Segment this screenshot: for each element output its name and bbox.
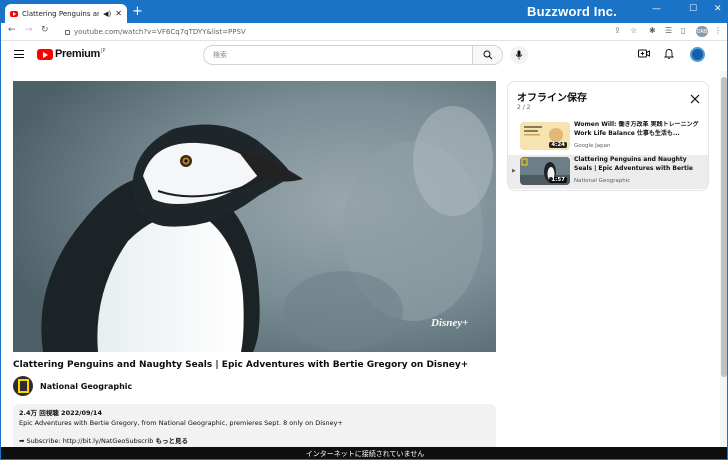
offline-playlist-panel: オフライン保存 2 / 2 4:24 Women Will: 働き方改革 実践ト… [507,81,709,191]
account-avatar[interactable] [690,47,705,62]
maximize-icon[interactable]: ☐ [689,4,697,14]
address-bar[interactable]: youtube.com/watch?v=VF6Cq7qTDYY&list=PPS… [65,25,645,39]
profile-avatar[interactable]: ORB [696,26,708,37]
penguin-video-frame [13,81,496,352]
youtube-header: Premium JP [1,41,727,71]
channel-avatar[interactable] [13,376,33,396]
playlist-item-current[interactable]: ▶ 1:57 Clattering Penguins and Naughty S… [508,155,708,189]
share-icon[interactable]: ⇪ [614,26,621,35]
playlist-thumbnail: 4:24 [520,122,570,150]
video-title: Clattering Penguins and Naughty Seals | … [13,360,469,370]
disney-plus-watermark: Disney+ [431,317,469,329]
subscribe-line: ➡ Subscribe: http://bit.ly/NatGeoSubscri… [19,437,490,447]
lock-icon [65,29,70,35]
playlist-item[interactable]: 4:24 Women Will: 働き方改革 実践トレーニング Work Lif… [508,120,708,154]
offline-status-bar: インターネットに接続されていません [1,447,727,459]
description-line: Epic Adventures with Bertie Gregory, fro… [19,418,343,427]
search-button[interactable] [472,46,502,64]
panel-close-icon[interactable] [690,94,700,104]
forward-icon[interactable]: → [25,25,33,35]
back-icon[interactable]: ← [8,25,16,35]
create-video-icon[interactable] [638,48,650,59]
playlist-item-title: Clattering Penguins and Naughty Seals | … [574,156,693,172]
channel-row: National Geographic [13,376,132,396]
scrollbar-thumb[interactable] [721,77,727,377]
panel-count: 2 / 2 [517,104,531,111]
reload-icon[interactable]: ↻ [41,25,49,35]
youtube-logo-icon [37,48,53,60]
speaker-icon[interactable]: ◀) [103,10,111,18]
playlist-item-channel: Google Japan [574,143,611,149]
browser-menu-icon[interactable]: ⋮ [714,26,722,35]
title-bar: Clattering Penguins and Na ◀) ✕ + Buzzwo… [1,1,727,23]
browser-tab[interactable]: Clattering Penguins and Na ◀) ✕ [5,4,127,23]
search-input[interactable] [204,46,472,64]
playlist-item-title: Women Will: 働き方改革 実践トレーニング Work Life Bal… [574,121,699,137]
brand-watermark: Buzzword Inc. [527,4,617,19]
reading-list-icon[interactable]: ☰ [665,26,672,35]
youtube-favicon-icon [10,10,18,17]
playlist-item-channel: National Geographic [574,178,631,184]
notifications-bell-icon[interactable] [664,48,674,59]
side-panel-icon[interactable]: ▯ [681,26,685,35]
microphone-icon [515,50,523,60]
now-playing-icon: ▶ [512,168,516,174]
youtube-logo[interactable]: Premium JP [37,48,105,60]
minimize-icon[interactable]: — [652,4,661,14]
page-scrollbar[interactable] [720,71,727,447]
new-tab-button[interactable]: + [132,5,143,19]
url-text: youtube.com/watch?v=VF6Cq7qTDYY&list=PPS… [74,28,246,36]
subscribe-link[interactable]: ➡ Subscribe: http://bit.ly/NatGeoSubscri… [19,437,153,445]
logo-text: Premium [55,48,100,60]
search-icon [483,50,492,60]
panel-title: オフライン保存 [517,93,587,104]
search-box [203,45,503,65]
offline-message: インターネットに接続されていません [305,450,425,458]
logo-region: JP [100,48,106,54]
tab-close-icon[interactable]: ✕ [115,9,122,18]
bookmark-star-icon[interactable]: ☆ [630,26,637,35]
tab-title: Clattering Penguins and Na [22,9,99,18]
channel-name[interactable]: National Geographic [40,382,132,391]
extensions-icon[interactable]: ✱ [649,26,656,35]
video-duration: 1:57 [549,177,567,183]
video-player[interactable]: Disney+ [13,81,496,352]
browser-window: Clattering Penguins and Na ◀) ✕ + Buzzwo… [0,0,728,460]
close-window-icon[interactable]: ✕ [714,4,722,14]
show-more-button[interactable]: もっと見る [155,437,188,445]
menu-icon[interactable] [14,50,24,58]
view-stats: 2.4万 回視聴 2022/09/14 [19,409,102,417]
browser-toolbar: ← → ↻ youtube.com/watch?v=VF6Cq7qTDYY&li… [1,23,727,41]
video-duration: 4:24 [549,142,567,148]
playlist-thumbnail: 1:57 [520,157,570,185]
voice-search-button[interactable] [510,46,528,64]
